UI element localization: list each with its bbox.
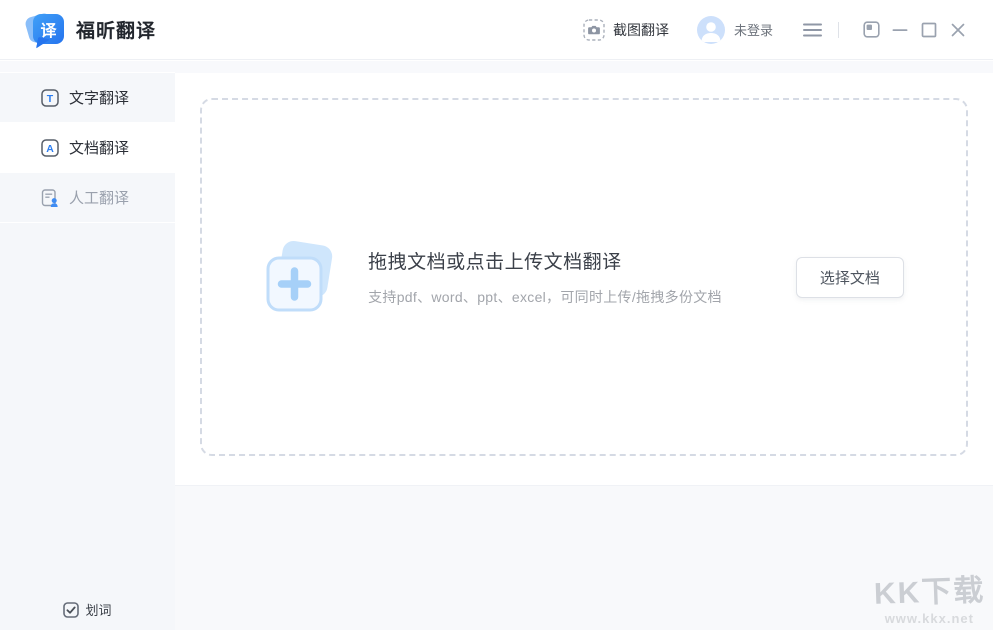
camera-icon	[583, 19, 605, 41]
word-select-toggle[interactable]: 划词	[0, 600, 175, 619]
sidebar-item-label: 文档翻译	[69, 137, 129, 158]
hamburger-icon	[803, 23, 822, 37]
checkbox-checked-icon	[63, 602, 79, 618]
logo-character: 译	[40, 17, 56, 41]
login-button[interactable]: 未登录	[697, 16, 773, 44]
title-bar: 译 福昕翻译 截图翻译	[0, 0, 993, 60]
svg-text:A: A	[46, 143, 54, 155]
app-title: 福昕翻译	[76, 16, 156, 43]
upload-dropzone[interactable]: 拖拽文档或点击上传文档翻译 支持pdf、word、ppt、excel，可同时上传…	[200, 98, 968, 456]
sidebar-item-human-translate[interactable]: 人工翻译	[0, 173, 175, 223]
main-top-strip	[175, 61, 993, 73]
sidebar-item-label: 文字翻译	[69, 87, 129, 108]
svg-text:T: T	[47, 93, 54, 105]
main-bottom-region	[175, 485, 993, 630]
content-area: T 文字翻译 A 文档翻译 人工翻译	[0, 61, 993, 630]
sidebar-item-document-translate[interactable]: A 文档翻译	[0, 123, 175, 173]
logo-bubble-icon: 译	[33, 14, 64, 44]
app-window: 译 福昕翻译 截图翻译	[0, 0, 993, 630]
login-status-label: 未登录	[734, 20, 773, 39]
text-translate-icon: T	[41, 89, 59, 107]
sidebar-item-label: 人工翻译	[69, 187, 129, 208]
human-translate-icon	[41, 189, 59, 207]
main-panel: 拖拽文档或点击上传文档翻译 支持pdf、word、ppt、excel，可同时上传…	[175, 61, 993, 630]
sidebar-top-strip	[0, 61, 175, 73]
dropzone-content: 拖拽文档或点击上传文档翻译 支持pdf、word、ppt、excel，可同时上传…	[264, 239, 904, 315]
choose-document-button[interactable]: 选择文档	[796, 257, 904, 298]
sidebar: T 文字翻译 A 文档翻译 人工翻译	[0, 61, 175, 630]
screenshot-translate-button[interactable]: 截图翻译	[583, 19, 669, 41]
dropzone-subtitle: 支持pdf、word、ppt、excel，可同时上传/拖拽多份文档	[368, 287, 722, 307]
avatar	[697, 16, 725, 44]
dropzone-text: 拖拽文档或点击上传文档翻译 支持pdf、word、ppt、excel，可同时上传…	[368, 247, 722, 307]
header-actions: 截图翻译 未登录	[583, 16, 971, 44]
minimize-button[interactable]	[887, 17, 913, 43]
maximize-icon	[921, 22, 937, 38]
dropzone-title: 拖拽文档或点击上传文档翻译	[368, 247, 722, 274]
word-select-label: 划词	[85, 600, 111, 619]
document-translate-icon: A	[41, 139, 59, 157]
restore-icon	[863, 21, 880, 38]
restore-button[interactable]	[858, 17, 884, 43]
header-divider	[838, 22, 839, 38]
close-icon	[950, 22, 966, 38]
menu-button[interactable]	[803, 23, 822, 37]
close-button[interactable]	[945, 17, 971, 43]
sidebar-item-text-translate[interactable]: T 文字翻译	[0, 73, 175, 123]
maximize-button[interactable]	[916, 17, 942, 43]
folder-plus-icon	[264, 239, 336, 315]
minimize-icon	[892, 22, 908, 38]
app-logo: 译	[26, 10, 66, 50]
screenshot-translate-label: 截图翻译	[613, 20, 669, 40]
